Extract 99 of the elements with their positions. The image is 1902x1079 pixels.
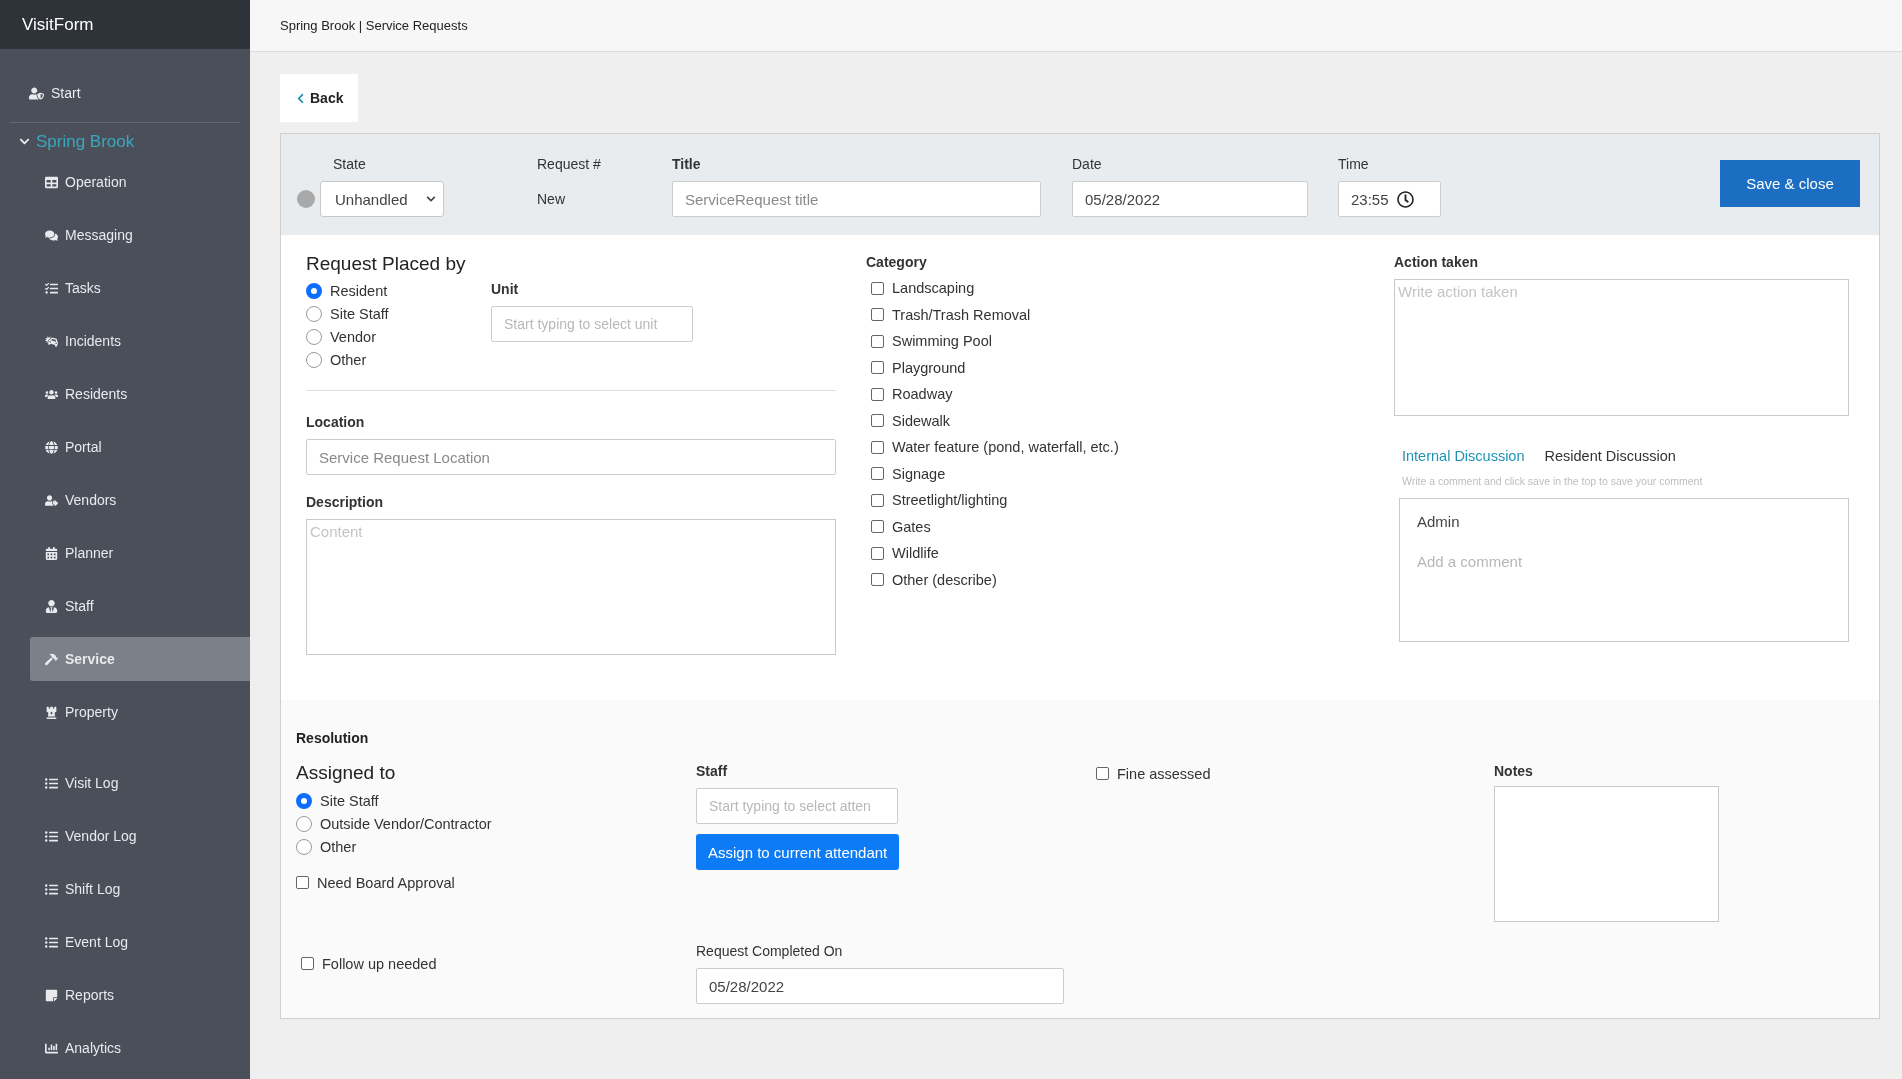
list-icon bbox=[45, 829, 58, 843]
back-button[interactable]: Back bbox=[280, 74, 359, 122]
chevron-icon bbox=[19, 136, 30, 147]
checkbox-option[interactable]: Landscaping bbox=[866, 277, 1394, 299]
section-heading: Assigned to bbox=[296, 762, 397, 784]
save-button[interactable]: Save & close bbox=[1720, 160, 1860, 207]
field-label: Location bbox=[306, 413, 366, 431]
app-brand: VisitForm bbox=[0, 0, 250, 49]
location-field[interactable]: Service Request Location bbox=[306, 439, 836, 475]
user-tag-icon bbox=[45, 493, 58, 507]
nav-item[interactable]: Reports bbox=[30, 973, 250, 1017]
checkbox-option[interactable]: Follow up needed bbox=[301, 952, 696, 975]
nav-item[interactable]: Messaging bbox=[30, 213, 250, 257]
field-label: Notes bbox=[1494, 762, 1534, 780]
discussion-tab[interactable]: Resident Discussion bbox=[1544, 448, 1676, 464]
section-heading: Request Placed by bbox=[306, 253, 467, 275]
request-number: New bbox=[537, 190, 566, 209]
nav-item[interactable]: Start bbox=[0, 71, 250, 115]
field-label: Title bbox=[672, 155, 702, 173]
checkbox-option[interactable]: Other (describe) bbox=[866, 568, 1394, 591]
field-label: Staff bbox=[696, 762, 729, 780]
checkbox-option[interactable]: Fine assessed bbox=[1096, 762, 1494, 785]
notes-field[interactable] bbox=[1494, 786, 1719, 922]
nav-item[interactable]: Incidents bbox=[30, 319, 250, 363]
nav-item[interactable]: Residents bbox=[30, 372, 250, 416]
checkbox-option[interactable]: Gates bbox=[866, 515, 1394, 538]
hammer-icon bbox=[45, 652, 58, 666]
nav-item[interactable]: Shift Log bbox=[30, 867, 250, 911]
unit-field[interactable]: Start typing to select unit bbox=[491, 306, 693, 342]
completed-date-field[interactable]: 05/28/2022 bbox=[696, 968, 1064, 1004]
field-label: Time bbox=[1338, 155, 1370, 173]
nav-item[interactable]: Analytics bbox=[30, 1026, 250, 1070]
nav-item[interactable]: Planner bbox=[30, 531, 250, 575]
radio-option[interactable]: Resident bbox=[306, 279, 491, 302]
nav-item[interactable]: Event Log bbox=[30, 920, 250, 964]
field-label: Request Completed On bbox=[696, 942, 844, 960]
checkbox-option[interactable]: Signage bbox=[866, 462, 1394, 485]
field-label: State bbox=[332, 155, 367, 173]
checklist-icon bbox=[45, 281, 58, 295]
checkbox-option[interactable]: Sidewalk bbox=[866, 409, 1394, 432]
section-heading: Category bbox=[866, 253, 928, 271]
checkbox-option[interactable]: Water feature (pond, waterfall, etc.) bbox=[866, 436, 1394, 458]
nav-item[interactable]: Visit Log bbox=[30, 761, 250, 805]
calendar-icon bbox=[45, 546, 58, 560]
state-select[interactable]: Unhandled bbox=[320, 181, 444, 217]
caret-icon bbox=[426, 194, 436, 204]
comment-hint: Write a comment and click save in the top to save your comment bbox=[1401, 475, 1704, 487]
checkbox-option[interactable]: Roadway bbox=[866, 383, 1394, 405]
nav-item[interactable]: Property bbox=[30, 690, 250, 734]
radio-option[interactable]: Site Staff bbox=[296, 789, 696, 812]
comment-author: Admin bbox=[1417, 513, 1461, 530]
nav-item[interactable]: Tasks bbox=[30, 266, 250, 310]
list-icon bbox=[45, 882, 58, 896]
staff-field[interactable]: Start typing to select atten bbox=[696, 788, 898, 824]
action-taken-field[interactable]: Write action taken bbox=[1394, 279, 1849, 416]
table-icon bbox=[45, 175, 58, 189]
user-icon bbox=[45, 599, 58, 613]
title-field[interactable]: ServiceRequest title bbox=[672, 181, 1041, 217]
radio-option[interactable]: Vendor bbox=[306, 325, 491, 348]
radio-option[interactable]: Site Staff bbox=[306, 302, 491, 325]
chat-bubbles-icon bbox=[45, 228, 58, 242]
field-label: Unit bbox=[491, 280, 520, 298]
nav-item[interactable]: Operation bbox=[30, 160, 250, 204]
breadcrumb: Spring Brook | Service Requests bbox=[280, 18, 468, 33]
nav-item[interactable]: Vendor Log bbox=[30, 814, 250, 858]
checkbox-option[interactable]: Need Board Approval bbox=[296, 871, 696, 894]
nav-item[interactable]: Vendors bbox=[30, 478, 250, 522]
note-icon bbox=[45, 988, 58, 1002]
globe-icon bbox=[45, 440, 58, 454]
time-field[interactable]: 23:55 bbox=[1338, 181, 1441, 217]
people-icon bbox=[45, 387, 58, 401]
car-crash-icon bbox=[45, 334, 58, 348]
checkbox-option[interactable]: Trash/Trash Removal bbox=[866, 303, 1394, 326]
list-icon bbox=[45, 935, 58, 949]
clock-icon bbox=[1396, 190, 1414, 208]
checkbox-option[interactable]: Streetlight/lighting bbox=[866, 489, 1394, 511]
field-label: Request # bbox=[537, 155, 602, 173]
list-icon bbox=[45, 776, 58, 790]
field-label: Action taken bbox=[1394, 253, 1479, 271]
nav-item[interactable]: Portal bbox=[30, 425, 250, 469]
discussion-tab[interactable]: Internal Discussion bbox=[1402, 448, 1525, 464]
field-label: Date bbox=[1072, 155, 1103, 173]
user-shield-icon bbox=[29, 85, 44, 101]
radio-option[interactable]: Outside Vendor/Contractor bbox=[296, 812, 696, 835]
radio-option[interactable]: Other bbox=[306, 348, 491, 371]
assign-button[interactable]: Assign to current attendant bbox=[696, 834, 900, 870]
checkbox-option[interactable]: Wildlife bbox=[866, 542, 1394, 564]
bar-chart-icon bbox=[45, 1041, 58, 1055]
tower-icon bbox=[45, 705, 58, 719]
date-field[interactable]: 05/28/2022 bbox=[1072, 181, 1308, 217]
field-label: Description bbox=[306, 493, 384, 511]
radio-option[interactable]: Other bbox=[296, 835, 696, 858]
checkbox-option[interactable]: Playground bbox=[866, 356, 1394, 379]
status-dot bbox=[297, 190, 315, 208]
description-field[interactable]: Content bbox=[306, 519, 836, 655]
section-heading: Resolution bbox=[296, 730, 370, 746]
nav-item[interactable]: Staff bbox=[30, 584, 250, 628]
chevron-left-icon bbox=[295, 92, 306, 104]
checkbox-option[interactable]: Swimming Pool bbox=[866, 330, 1394, 352]
